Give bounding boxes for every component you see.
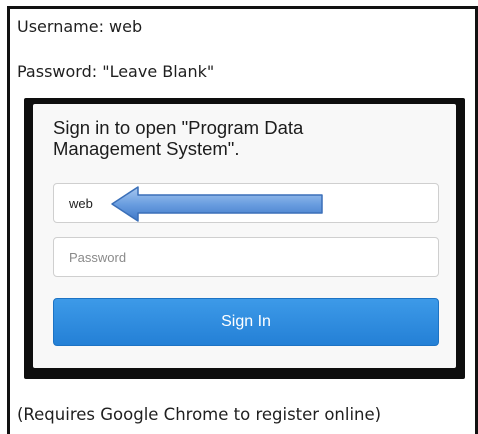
left-arrow-icon bbox=[111, 186, 323, 222]
signin-title: Sign in to open "Program Data Management… bbox=[53, 117, 304, 159]
password-input[interactable] bbox=[54, 238, 438, 276]
username-instruction: Username: web bbox=[17, 17, 143, 36]
signin-button[interactable]: Sign In bbox=[53, 298, 439, 346]
browser-requirement-note: (Requires Google Chrome to register onli… bbox=[17, 405, 382, 424]
password-instruction: Password: "Leave Blank" bbox=[17, 62, 215, 81]
password-field[interactable] bbox=[53, 237, 439, 277]
